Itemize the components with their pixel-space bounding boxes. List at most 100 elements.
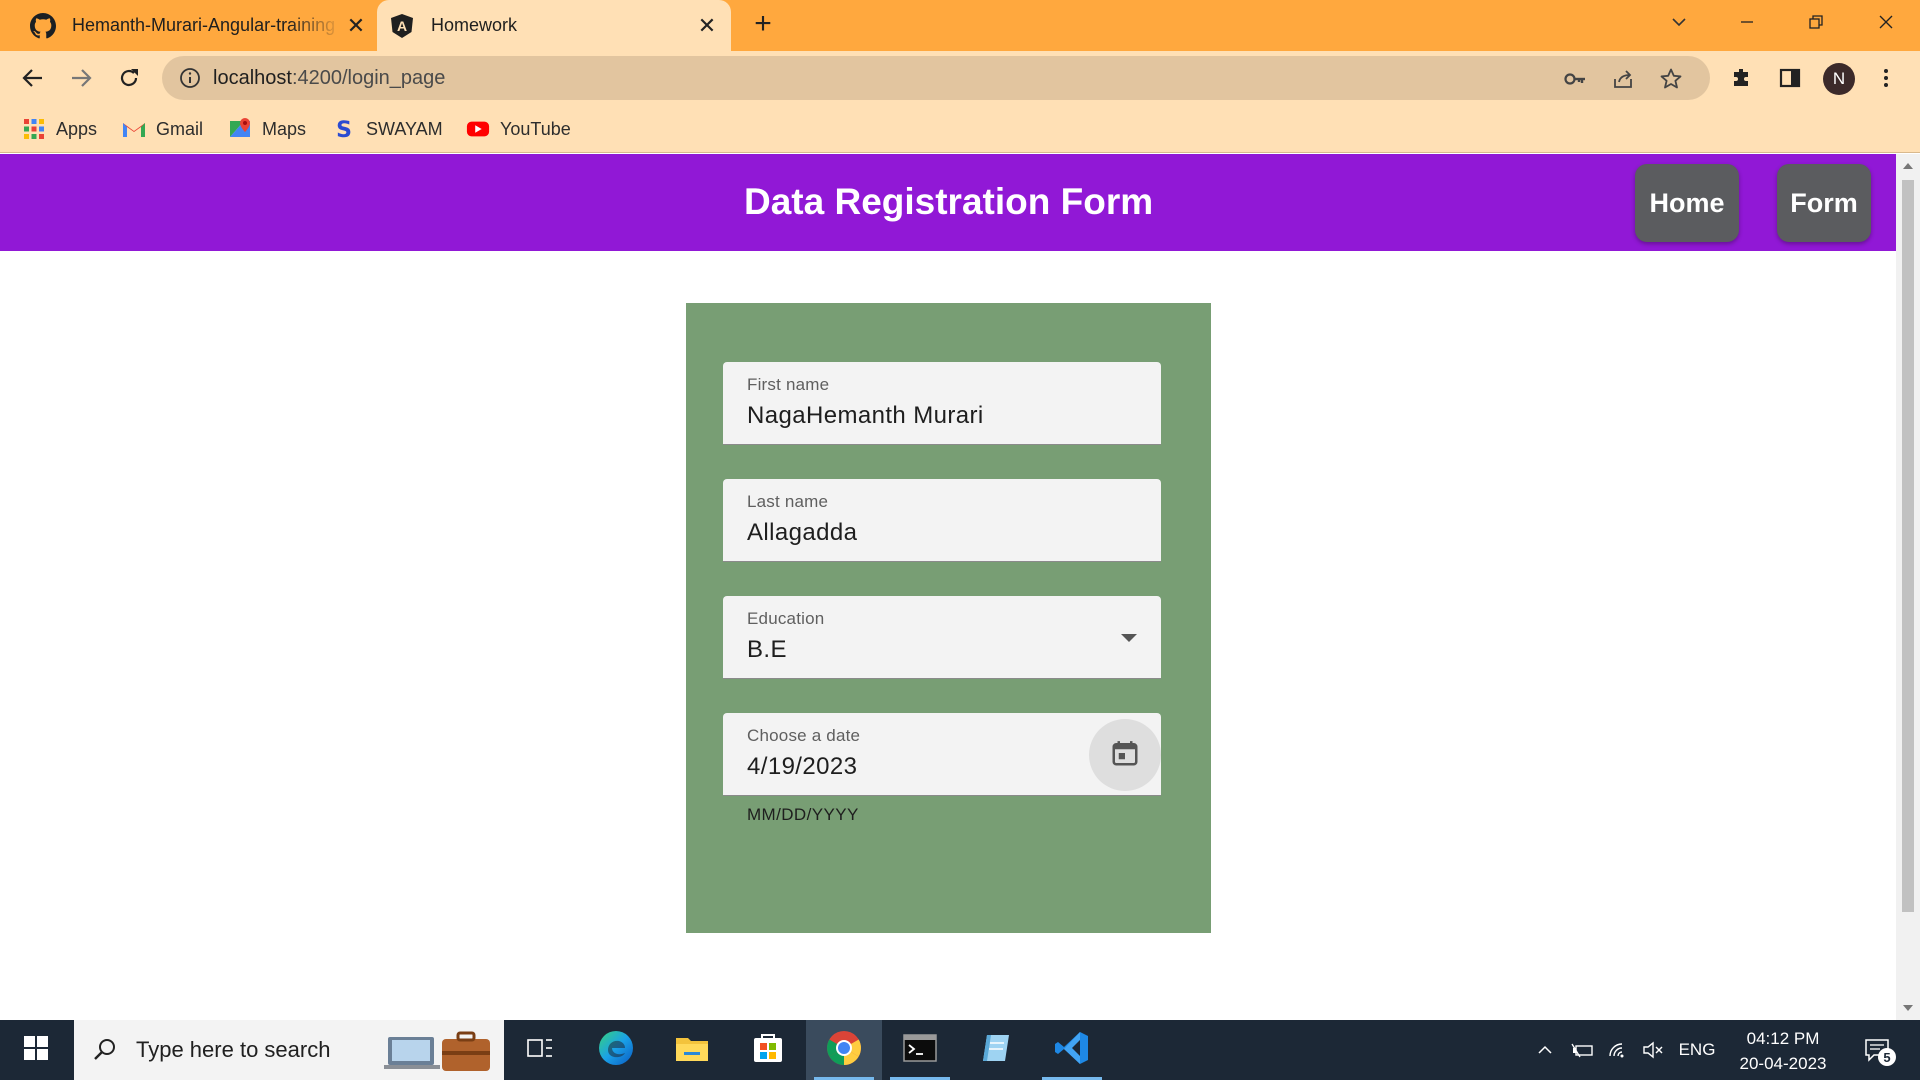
vscode-icon [1054,1030,1090,1071]
taskbar-notepad[interactable] [958,1020,1034,1080]
task-view-icon [526,1035,554,1066]
scroll-down-arrow-icon[interactable] [1903,1005,1913,1011]
svg-text:S: S [336,118,352,141]
date-label: Choose a date [747,726,861,745]
dropdown-arrow-icon[interactable] [1121,634,1137,642]
apps-grid-icon [22,117,46,141]
taskbar-terminal[interactable] [882,1020,958,1080]
first-name-input[interactable]: NagaHemanth Murari [747,402,984,430]
tab-github[interactable]: Hemanth-Murari-Angular-training ✕ [10,0,380,51]
browser-toolbar: localhost:4200/login_page N [0,51,1920,105]
scroll-up-arrow-icon[interactable] [1903,163,1913,169]
datepicker-toggle-button[interactable] [1089,719,1161,791]
taskbar-edge[interactable] [578,1020,654,1080]
bookmark-maps[interactable]: Maps [228,115,306,143]
svg-text:A: A [397,18,407,34]
taskbar-vscode[interactable] [1034,1020,1110,1080]
page-scrollbar[interactable] [1896,154,1920,1020]
windows-logo-icon [23,1035,49,1066]
taskbar-chrome[interactable] [806,1020,882,1080]
bookmark-label: Gmail [156,118,204,139]
taskbar-clock[interactable]: 04:12 PM 20-04-2023 [1724,1026,1842,1076]
windows-taskbar: Type here to search ENG 04:12 PM 20-04-2… [0,1020,1920,1080]
education-select[interactable]: Education B.E [723,596,1161,679]
share-icon[interactable] [1610,66,1636,92]
bookmark-swayam[interactable]: S SWAYAM [332,115,443,143]
app-title: Data Registration Form [744,181,1154,222]
key-icon[interactable] [1562,66,1588,92]
tab-homework[interactable]: A Homework ✕ [377,0,731,51]
taskbar-file-explorer[interactable] [654,1020,730,1080]
language-indicator[interactable]: ENG [1674,1020,1720,1080]
bookmark-label: Maps [262,118,307,139]
github-icon [30,12,56,39]
minimize-button[interactable] [1716,0,1778,44]
close-tab-icon[interactable]: ✕ [342,12,370,40]
store-icon [751,1031,785,1070]
app-toolbar: Data Registration Form Home Form [0,154,1896,251]
menu-dots-icon[interactable] [1870,62,1902,94]
tab-title: Homework [431,15,518,35]
last-name-label: Last name [747,492,829,511]
last-name-input[interactable]: Allagadda [747,519,857,547]
page-viewport: Data Registration Form Home Form First n… [0,154,1896,1020]
date-format-hint: MM/DD/YYYY [747,805,859,824]
site-info-icon[interactable] [178,66,202,90]
taskbar-store[interactable] [730,1020,806,1080]
bookmark-apps[interactable]: Apps [22,115,97,143]
close-tab-icon[interactable]: ✕ [693,12,721,40]
first-name-label: First name [747,375,830,394]
side-panel-icon[interactable] [1774,62,1806,94]
bookmarks-bar: Apps Gmail Maps S SWAYAM YouTube [0,105,1920,153]
wifi-icon[interactable] [1604,1020,1634,1080]
education-label: Education [747,609,825,628]
registration-form-card: First name NagaHemanth Murari Last name … [686,303,1211,933]
edge-icon [597,1029,635,1072]
gmail-icon [122,117,146,141]
task-view-button[interactable] [502,1020,578,1080]
angular-icon: A [389,13,415,39]
tab-title: Hemanth-Murari-Angular-training [72,15,336,35]
chrome-icon [826,1030,862,1071]
start-button[interactable] [0,1020,72,1080]
notification-center-button[interactable]: 5 [1852,1020,1902,1080]
tab-search-chevron-icon[interactable] [1648,0,1710,44]
tab-strip: Hemanth-Murari-Angular-training ✕ A Home… [0,0,1920,51]
show-hidden-icons-chevron-icon[interactable] [1530,1020,1560,1080]
clock-time: 04:12 PM [1746,1029,1820,1048]
bookmark-label: Apps [56,118,98,139]
new-tab-button[interactable]: + [748,9,778,40]
profile-avatar[interactable]: N [1823,63,1855,95]
close-window-button[interactable] [1855,0,1917,44]
date-input[interactable]: 4/19/2023 [747,753,857,781]
bookmark-gmail[interactable]: Gmail [122,115,203,143]
swayam-icon: S [332,117,356,141]
scrollbar-thumb[interactable] [1902,180,1914,912]
bookmark-label: SWAYAM [366,118,443,139]
speaker-muted-icon[interactable] [1638,1020,1668,1080]
search-placeholder: Type here to search [136,1037,331,1062]
address-bar[interactable]: localhost:4200/login_page [162,56,1710,100]
restore-button[interactable] [1785,0,1847,44]
folder-icon [674,1032,710,1069]
search-icon [92,1037,118,1063]
date-field[interactable]: Choose a date 4/19/2023 [723,713,1161,796]
notification-icon: 5 [1864,1038,1896,1066]
bookmark-star-icon[interactable] [1658,66,1684,92]
first-name-field[interactable]: First name NagaHemanth Murari [723,362,1161,445]
youtube-icon [466,117,490,141]
notification-count-badge: 5 [1878,1048,1896,1066]
battery-icon[interactable] [1566,1020,1598,1080]
back-button[interactable] [14,59,52,97]
reload-button[interactable] [110,59,148,97]
extensions-icon[interactable] [1726,62,1758,94]
maps-icon [228,117,252,141]
form-button[interactable]: Form [1777,164,1871,242]
last-name-field[interactable]: Last name Allagadda [723,479,1161,562]
bookmark-youtube[interactable]: YouTube [466,115,571,143]
forward-button[interactable] [62,59,100,97]
home-button[interactable]: Home [1635,164,1739,242]
bookmark-label: YouTube [500,118,571,139]
education-value: B.E [747,636,787,663]
taskbar-search-box[interactable]: Type here to search [74,1020,504,1080]
